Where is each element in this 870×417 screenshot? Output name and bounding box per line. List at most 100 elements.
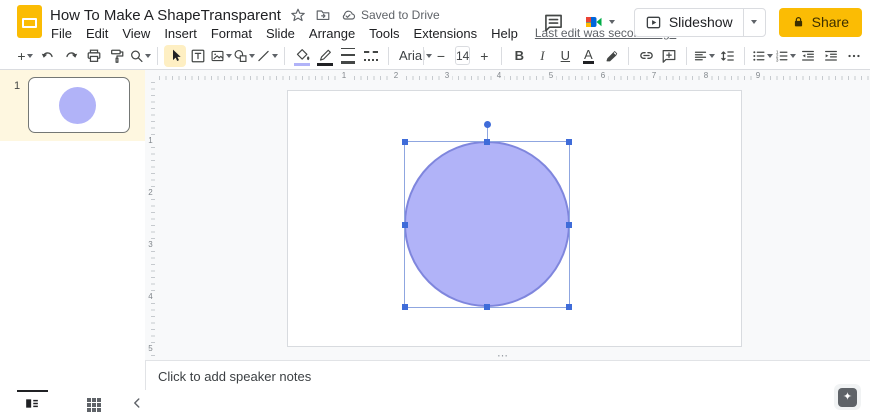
resize-handle-top-center[interactable]: [484, 139, 490, 145]
insert-link-button[interactable]: [635, 45, 657, 67]
gemini-sparkle-button[interactable]: ✦: [834, 384, 861, 410]
filmstrip-selected-row[interactable]: 1: [0, 70, 145, 141]
meet-button[interactable]: [577, 10, 621, 34]
open-comments-icon[interactable]: [543, 12, 564, 33]
resize-handle-top-right[interactable]: [566, 139, 572, 145]
toolbar-divider: [388, 46, 389, 65]
document-title[interactable]: How To Make A ShapeTransparent: [50, 7, 281, 24]
font-size-input[interactable]: 14: [455, 46, 471, 65]
resize-handle-middle-left[interactable]: [402, 221, 408, 228]
toolbar: + Arial − 14 + B I U A 1 2 3: [0, 44, 870, 70]
link-icon: [640, 52, 653, 59]
resize-handle-bottom-center[interactable]: [484, 304, 490, 310]
border-color-button[interactable]: [314, 45, 336, 67]
text-box-button[interactable]: [187, 45, 209, 67]
h-ruler-number: 9: [753, 71, 763, 80]
highlight-color-button[interactable]: [600, 45, 622, 67]
line-spacing-button[interactable]: [716, 45, 738, 67]
numbered-list-button[interactable]: 123: [774, 45, 797, 67]
menu-view[interactable]: View: [115, 25, 157, 42]
bulleted-list-button[interactable]: [751, 45, 774, 67]
menu-format[interactable]: Format: [204, 25, 259, 42]
resize-handle-top-left[interactable]: [402, 139, 408, 145]
paint-format-button[interactable]: [106, 45, 128, 67]
select-tool-button[interactable]: [164, 44, 186, 67]
grid-view-button[interactable]: [87, 398, 101, 412]
resize-handle-middle-right[interactable]: [566, 221, 572, 228]
text-color-button[interactable]: A: [577, 45, 599, 67]
menu-arrange[interactable]: Arrange: [302, 25, 362, 42]
slide-editing-area[interactable]: [287, 90, 742, 347]
resize-handle-bottom-right[interactable]: [566, 304, 572, 310]
share-label: Share: [811, 14, 849, 30]
toolbar-divider: [284, 46, 285, 65]
h-ruler-number: 3: [442, 71, 452, 80]
increase-indent-button[interactable]: [820, 45, 842, 67]
notes-resize-handle[interactable]: ⋯: [497, 349, 509, 360]
menu-file[interactable]: File: [44, 25, 79, 42]
redo-button[interactable]: [60, 45, 82, 67]
selection-bounding-box: [402, 121, 572, 310]
italic-button[interactable]: I: [531, 45, 553, 67]
resize-handle-bottom-left[interactable]: [402, 304, 408, 310]
star-icon[interactable]: [290, 7, 306, 23]
speaker-notes-panel[interactable]: Click to add speaker notes: [145, 360, 870, 390]
slideshow-dropdown[interactable]: [742, 8, 765, 36]
meet-camera-icon: [585, 17, 602, 27]
bold-button[interactable]: B: [508, 45, 530, 67]
saved-status[interactable]: Saved to Drive: [340, 7, 440, 23]
h-ruler-number: 7: [649, 71, 659, 80]
toolbar-divider: [157, 46, 158, 65]
v-ruler-number: 1: [146, 136, 155, 145]
decrease-font-button[interactable]: −: [430, 45, 452, 67]
slide-number: 1: [14, 80, 21, 92]
add-comment-button[interactable]: [658, 45, 680, 67]
insert-line-button[interactable]: [256, 45, 278, 67]
share-button[interactable]: Share: [778, 7, 862, 37]
rotation-handle[interactable]: [483, 121, 491, 128]
menu-insert[interactable]: Insert: [157, 25, 204, 42]
insert-image-button[interactable]: [210, 45, 232, 67]
v-ruler-number: 3: [146, 240, 155, 249]
print-button[interactable]: [83, 45, 105, 67]
fill-color-button[interactable]: [291, 45, 313, 67]
title-row: How To Make A ShapeTransparent Saved to …: [50, 6, 440, 24]
menu-extensions[interactable]: Extensions: [407, 25, 485, 42]
slides-logo-icon[interactable]: [17, 5, 42, 38]
speaker-notes-placeholder[interactable]: Click to add speaker notes: [158, 369, 311, 384]
toolbar-divider: [423, 46, 424, 65]
collapse-filmstrip-button[interactable]: [129, 395, 145, 411]
slide-thumbnail[interactable]: [28, 77, 130, 133]
underline-button[interactable]: U: [554, 45, 576, 67]
h-ruler-number: 1: [339, 71, 349, 80]
align-button[interactable]: [693, 45, 716, 67]
new-slide-button[interactable]: +: [14, 45, 36, 67]
header: How To Make A ShapeTransparent Saved to …: [0, 0, 870, 44]
editor-canvas[interactable]: 1 2 3 4 5 6 7 8 9 1 2 3 4 5 ⋯: [145, 70, 870, 360]
menu-slide[interactable]: Slide: [259, 25, 302, 42]
thumbnail-circle-shape: [59, 87, 96, 124]
more-options-button[interactable]: [843, 45, 865, 67]
toolbar-divider: [744, 46, 746, 65]
paint-roller-icon: [111, 49, 124, 63]
h-ruler-number: 5: [546, 71, 556, 80]
v-ruler-number: 2: [146, 188, 155, 197]
align-caret: [709, 53, 716, 58]
border-dash-button[interactable]: [360, 45, 382, 67]
slideshow-button[interactable]: Slideshow: [633, 7, 766, 37]
h-ruler-number: 8: [701, 71, 711, 80]
border-weight-button[interactable]: [337, 45, 359, 67]
filmstrip-view-button[interactable]: [24, 396, 40, 411]
menu-edit[interactable]: Edit: [79, 25, 115, 42]
insert-shape-button[interactable]: [233, 45, 255, 67]
zoom-icon: [131, 50, 143, 62]
menu-help[interactable]: Help: [484, 25, 525, 42]
decrease-indent-button[interactable]: [797, 45, 819, 67]
undo-button[interactable]: [37, 45, 59, 67]
font-family-select[interactable]: Arial: [395, 45, 433, 67]
hide-menus-button[interactable]: [866, 45, 870, 67]
zoom-button[interactable]: [129, 45, 151, 67]
menu-tools[interactable]: Tools: [362, 25, 406, 42]
increase-font-button[interactable]: +: [473, 45, 495, 67]
move-to-folder-icon[interactable]: [315, 7, 331, 23]
